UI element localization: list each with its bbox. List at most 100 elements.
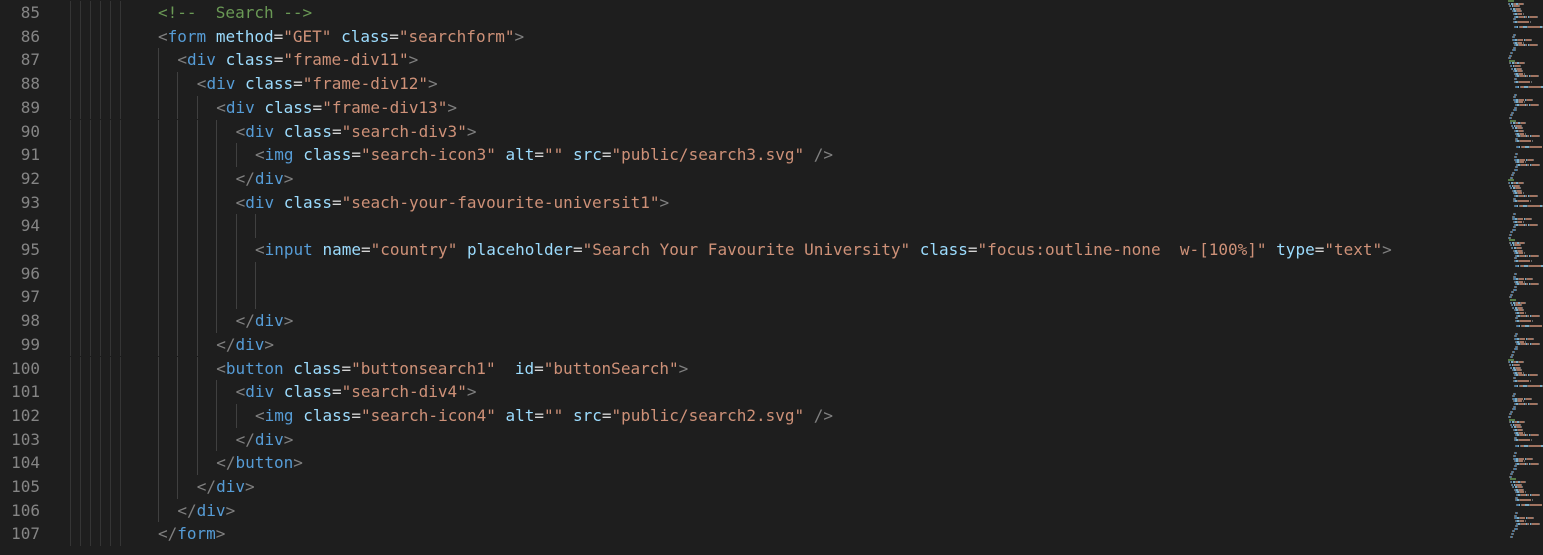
indent-guide <box>80 285 81 310</box>
line-number: 105 <box>11 477 40 496</box>
code-line[interactable]: </div> <box>216 333 274 357</box>
indent-guide <box>216 427 218 452</box>
indent-guide <box>100 427 101 452</box>
minimap-mark <box>1530 462 1538 465</box>
indent-guide <box>90 72 91 96</box>
code-line[interactable]: </div> <box>236 428 294 452</box>
minimap-mark <box>1531 140 1533 143</box>
indent-guide <box>80 309 81 333</box>
code-token: = <box>293 74 303 94</box>
minimap-mark <box>1514 392 1516 395</box>
indent-guide <box>90 1 91 25</box>
code-line[interactable]: <img class="search-icon3" alt="" src="pu… <box>255 143 833 167</box>
minimap-mark <box>1538 434 1540 437</box>
code-line[interactable]: </form> <box>158 522 225 546</box>
minimap-mark <box>1514 408 1516 411</box>
indent-guide <box>110 95 111 120</box>
code-line[interactable]: <button class="buttonsearch1" id="button… <box>216 357 688 381</box>
minimap-mark <box>1519 499 1532 502</box>
line-number: 100 <box>11 358 40 378</box>
minimap-mark <box>1530 104 1538 106</box>
code-token: = <box>273 50 284 70</box>
indent-guide <box>80 48 81 73</box>
code-line[interactable]: </div> <box>197 475 255 499</box>
minimap-mark <box>1527 384 1540 387</box>
code-line[interactable]: <!-- Search --> <box>158 1 312 25</box>
indent-guide <box>120 380 121 404</box>
indent-guide <box>110 190 111 215</box>
code-token: img <box>264 405 294 425</box>
indent-guide <box>90 119 91 144</box>
line-number: 86 <box>20 26 40 46</box>
code-line[interactable]: <div class="search-div3"> <box>236 120 477 144</box>
code-line[interactable]: <form method="GET" class="searchform"> <box>158 25 524 49</box>
minimap-mark <box>1531 457 1533 460</box>
indent-guide <box>100 24 101 49</box>
minimap-mark <box>1524 122 1526 125</box>
indent-guide <box>90 24 91 49</box>
code-line[interactable]: </button> <box>216 451 303 475</box>
code-line[interactable]: <div class="frame-div11"> <box>177 48 418 72</box>
code-editor[interactable]: 85 86 87 88 89 90 91 92 93 94 95 96 97 98 99 100 101 102 1… <box>0 0 1543 555</box>
minimap-mark <box>1519 140 1532 143</box>
code-token: </ <box>196 477 217 496</box>
minimap-mark <box>1520 462 1526 465</box>
code-token: "buttonSearch" <box>543 358 679 378</box>
line-number: 91 <box>20 145 40 165</box>
indent-guide <box>196 238 198 262</box>
indent-guide <box>110 24 111 49</box>
indent-guide <box>235 238 237 262</box>
indent-guide <box>80 451 81 475</box>
minimap-mark <box>1529 403 1537 405</box>
code-line[interactable]: <div class="frame-div12"> <box>197 72 438 96</box>
minimap-mark <box>1539 343 1541 346</box>
minimap-mark <box>1529 325 1542 327</box>
indent-guide <box>110 522 111 547</box>
code-line[interactable]: </div> <box>177 499 235 523</box>
code-line[interactable]: </div> <box>236 309 294 333</box>
code-token: > <box>283 429 294 449</box>
line-number: 98 <box>20 311 40 331</box>
code-token: < <box>177 50 188 70</box>
code-line[interactable]: <input name="country" placeholder="Searc… <box>255 238 1392 262</box>
indent-guide <box>100 475 101 499</box>
indent-guide <box>120 522 121 547</box>
code-token: < <box>235 382 246 402</box>
indent-guide <box>90 403 91 428</box>
minimap-mark <box>1532 517 1534 520</box>
minimap-mark <box>1530 218 1532 221</box>
indent-guide <box>100 380 101 404</box>
code-line[interactable]: <div class="search-div4"> <box>236 380 477 404</box>
indent-guide <box>120 498 121 523</box>
code-line[interactable]: </div> <box>236 167 294 191</box>
minimap-mark <box>1512 231 1514 234</box>
indent-guide <box>216 261 218 286</box>
indent-guide <box>158 380 159 404</box>
line-number: 99 <box>20 334 40 354</box>
minimap-mark <box>1513 291 1515 294</box>
code-token: > <box>466 121 477 141</box>
code-token: = <box>534 145 545 165</box>
minimap-mark <box>1528 85 1541 88</box>
minimap-mark <box>1529 374 1537 377</box>
minimap-mark <box>1520 283 1526 286</box>
code-token: "" <box>544 405 564 425</box>
code-line[interactable]: <div class="seach-your-favourite-univers… <box>236 191 670 215</box>
indent-guide <box>90 498 91 523</box>
minimap-mark <box>1528 265 1541 268</box>
indent-guide <box>100 261 101 286</box>
code-area[interactable]: <!-- Search --> <form method="GET" class=… <box>70 0 1500 555</box>
code-token: > <box>678 358 689 378</box>
minimap[interactable] <box>1500 0 1543 555</box>
code-line[interactable]: <img class="search-icon4" alt="" src="pu… <box>255 404 833 428</box>
code-token: "public/search2.svg" <box>611 405 805 425</box>
minimap-mark <box>1539 522 1541 525</box>
indent-guide <box>177 403 179 428</box>
code-line[interactable]: <div class="frame-div13"> <box>216 96 457 120</box>
indent-guide <box>177 143 179 167</box>
